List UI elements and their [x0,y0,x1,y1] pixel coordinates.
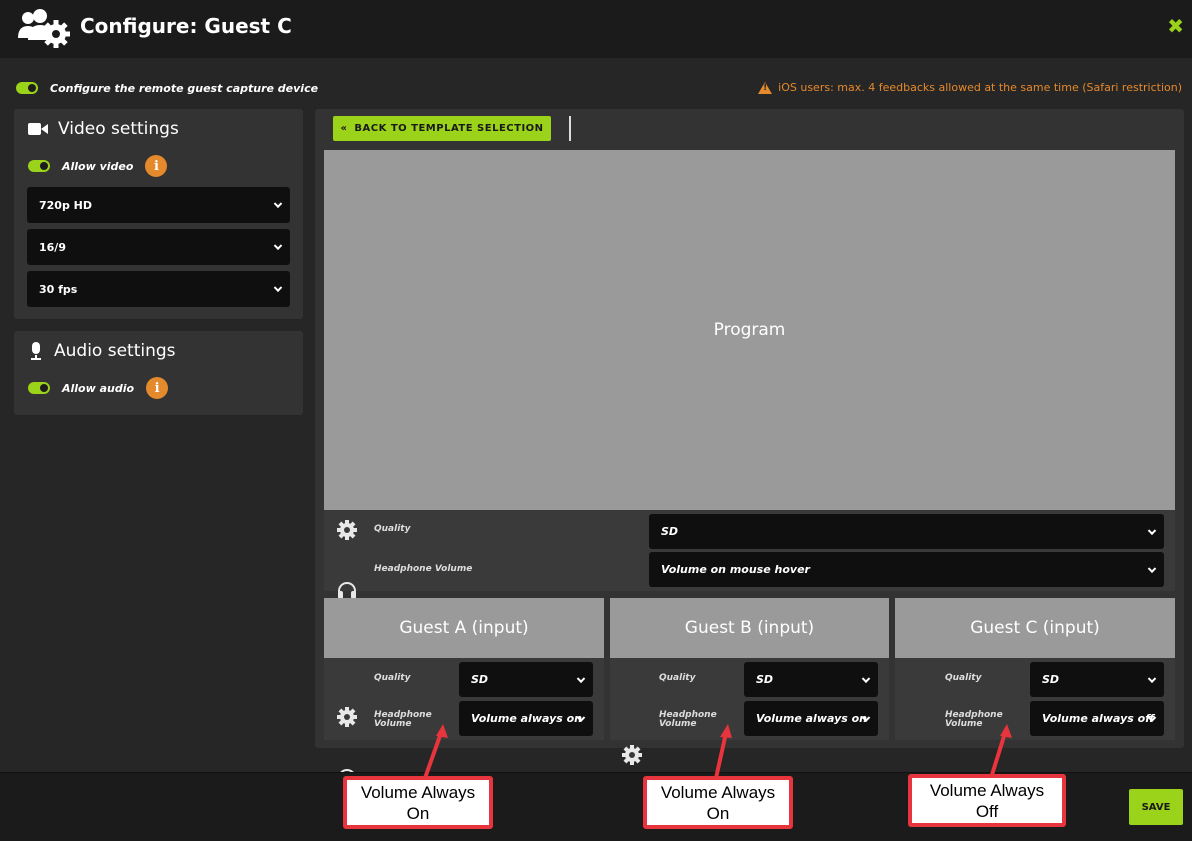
program-quality-value: SD [661,525,679,538]
remote-capture-label: Configure the remote guest capture devic… [50,81,319,95]
guest-c-headphone-select[interactable]: Volume always off [1030,701,1164,736]
ios-warning: iOS users: max. 4 feedbacks allowed at t… [758,81,1182,94]
video-settings-title: Video settings [28,119,179,139]
back-to-template-button[interactable]: « BACK TO TEMPLATE SELECTION [333,116,551,141]
toolbar-divider [569,116,571,141]
annotation-text-1: Volume Always On [361,782,475,824]
users-gear-icon [18,9,70,48]
chevron-down-icon [576,674,586,683]
program-quality-select[interactable]: SD [649,514,1164,549]
save-button[interactable]: SAVE [1129,789,1183,825]
audio-settings-label: Audio settings [54,341,176,361]
guest-a-quality-label: Quality [374,673,411,683]
microphone-icon [28,342,44,360]
chevron-down-icon [1147,526,1157,535]
program-headphone-select[interactable]: Volume on mouse hover [649,552,1164,587]
annotation-line: On [706,803,730,823]
guest-a-quality-select[interactable]: SD [459,662,593,697]
chevron-down-icon [273,241,283,251]
annotation-text-2: Volume Always On [661,782,775,824]
video-settings-label: Video settings [58,119,179,139]
annotation-line: On [406,803,430,823]
chevron-down-icon [1147,674,1157,683]
guest-b-quality-select[interactable]: SD [744,662,878,697]
program-quality-label: Quality [374,524,411,534]
remote-capture-row: Configure the remote guest capture devic… [16,80,318,96]
aspect-ratio-value: 16/9 [39,240,66,254]
guest-c-headphone-label: Headphone Volume [945,711,1003,729]
gear-icon [622,745,642,765]
annotation-callout-2: Volume Always On [643,776,793,829]
warning-icon [758,81,773,94]
fps-value: 30 fps [39,282,78,296]
guest-a-headphone-value: Volume always on [471,712,582,725]
ios-warning-text: iOS users: max. 4 feedbacks allowed at t… [778,81,1182,94]
info-icon[interactable]: i [145,155,168,177]
guest-b-headphone-select[interactable]: Volume always on [744,701,878,736]
chevron-down-icon [861,674,871,683]
allow-video-toggle[interactable] [28,160,50,172]
volume-label-line: Volume [374,719,412,729]
allow-audio-label: Allow audio [62,381,135,395]
guest-c-quality-select[interactable]: SD [1030,662,1164,697]
volume-label-line: Volume [945,719,983,729]
guest-c-quality-value: SD [1042,673,1060,686]
guest-b-quality-value: SD [756,673,774,686]
close-icon[interactable]: ✖ [1167,14,1184,38]
guest-c-headphone-value: Volume always off [1042,712,1155,725]
chevron-down-icon [1147,564,1157,573]
volume-label-line: Volume [659,719,697,729]
annotation-callout-1: Volume Always On [343,776,493,829]
fps-select[interactable]: 30 fps [27,271,290,307]
aspect-ratio-select[interactable]: 16/9 [27,229,290,265]
resolution-value: 720p HD [39,198,93,212]
guest-a-quality-value: SD [471,673,489,686]
allow-audio-row: Allow audio i [28,377,169,399]
chevron-down-icon [273,199,283,209]
guest-a-headphone-label: Headphone Volume [374,711,432,729]
double-chevron-left-icon: « [340,123,348,134]
allow-video-row: Allow video i [28,155,168,177]
annotation-line: Volume Always [360,782,476,802]
gear-icon [337,520,357,540]
annotation-line: Volume Always [929,780,1045,800]
allow-video-label: Allow video [62,159,134,173]
annotation-line: Volume Always [660,782,776,802]
guest-a-headphone-select[interactable]: Volume always on [459,701,593,736]
guest-b-title: Guest B (input) [610,598,889,658]
annotation-callout-3: Volume Always Off [908,774,1066,827]
gear-icon [337,707,357,727]
guest-a-title: Guest A (input) [324,598,604,658]
annotation-text-3: Volume Always Off [930,780,1044,822]
program-preview: Program [324,150,1175,510]
camera-icon [28,122,48,136]
guest-c-quality-label: Quality [945,673,982,683]
remote-capture-toggle[interactable] [16,82,38,94]
program-headphone-label: Headphone Volume [374,564,473,574]
resolution-select[interactable]: 720p HD [27,187,290,223]
dialog-header: Configure: Guest C ✖ [0,0,1192,58]
audio-settings-title: Audio settings [28,341,176,361]
headphones-icon [337,581,357,600]
guest-c-title: Guest C (input) [895,598,1175,658]
guest-b-quality-label: Quality [659,673,696,683]
guest-b-headphone-label: Headphone Volume [659,711,717,729]
allow-audio-toggle[interactable] [28,382,50,394]
chevron-down-icon [273,283,283,293]
dialog-title: Configure: Guest C [80,14,292,38]
annotation-line: Off [975,801,999,821]
info-icon[interactable]: i [146,377,169,399]
audio-settings-panel: Audio settings Allow audio i [14,331,303,415]
back-button-label: BACK TO TEMPLATE SELECTION [354,123,544,134]
guest-b-headphone-value: Volume always on [756,712,867,725]
program-headphone-value: Volume on mouse hover [661,563,810,576]
